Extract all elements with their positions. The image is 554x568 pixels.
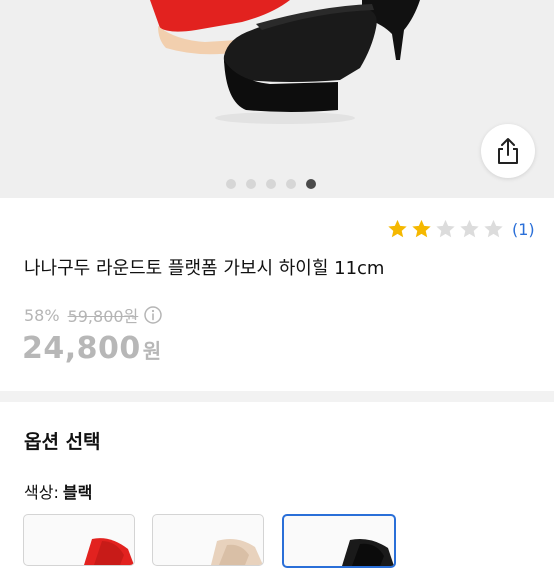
color-option-red[interactable] (23, 514, 135, 566)
section-divider (0, 391, 554, 402)
carousel-dot[interactable] (246, 179, 256, 189)
product-photo (150, 0, 420, 124)
carousel-dot[interactable] (286, 179, 296, 189)
sale-price-number: 24,800 (22, 331, 141, 366)
share-icon (498, 138, 518, 164)
color-selected-value: 블랙 (62, 483, 93, 502)
carousel-dot[interactable] (226, 179, 236, 189)
color-label-text: 색상: (24, 483, 59, 502)
carousel-indicator (226, 179, 316, 189)
product-title: 나나구두 라운드토 플랫폼 가보시 하이힐 11cm (24, 258, 385, 279)
discount-rate: 58% (24, 305, 60, 325)
red-shoe-thumbnail (84, 538, 134, 565)
star-filled-icon (412, 219, 431, 238)
beige-shoe-thumbnail (211, 539, 263, 565)
black-shoe-thumbnail (342, 539, 394, 566)
carousel-dot[interactable] (266, 179, 276, 189)
star-filled-icon (388, 219, 407, 238)
star-empty-icon (460, 219, 479, 238)
sale-price-unit: 원 (142, 339, 162, 363)
star-empty-icon (484, 219, 503, 238)
rating-summary[interactable]: (1) (386, 218, 535, 240)
share-button[interactable] (481, 124, 535, 178)
color-option-black[interactable] (282, 514, 396, 568)
info-icon[interactable] (144, 306, 163, 324)
product-image-gallery[interactable] (0, 0, 554, 198)
original-price-row: 58% 59,800원 (24, 303, 163, 327)
original-price: 59,800원 (67, 307, 139, 326)
color-selection-label: 색상: 블랙 (24, 479, 92, 503)
color-option-beige[interactable] (152, 514, 264, 566)
option-section-title: 옵션 선택 (24, 431, 101, 453)
star-empty-icon (436, 219, 455, 238)
carousel-dot-active[interactable] (306, 179, 316, 189)
review-count-link[interactable]: (1) (512, 220, 535, 239)
sale-price: 24,800 원 (22, 331, 162, 366)
